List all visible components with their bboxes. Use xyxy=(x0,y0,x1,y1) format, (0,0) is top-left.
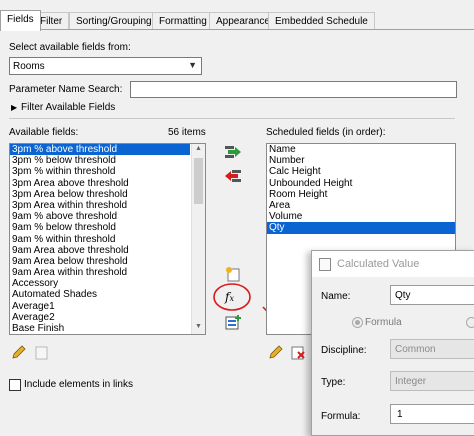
available-field-item[interactable]: 9am Area below threshold xyxy=(10,256,190,267)
available-field-item[interactable]: 9am % below threshold xyxy=(10,222,190,233)
discipline-value: Common xyxy=(395,344,436,355)
available-field-item[interactable]: 3pm Area above threshold xyxy=(10,178,190,189)
add-field-arrow-icon[interactable] xyxy=(224,144,242,160)
discipline-dropdown[interactable]: Common xyxy=(390,339,474,359)
scroll-thumb[interactable] xyxy=(194,158,203,204)
tab-fields[interactable]: Fields xyxy=(0,10,41,31)
dialog-titlebar: Calculated Value xyxy=(312,251,474,277)
dialog-name-input[interactable]: Qty xyxy=(390,285,474,305)
other-radio[interactable] xyxy=(466,317,474,328)
available-field-item[interactable]: Accessory xyxy=(10,278,190,289)
scroll-down-icon[interactable]: ▼ xyxy=(195,323,202,330)
scheduled-field-item[interactable]: Area xyxy=(267,200,455,211)
scheduled-fields-label: Scheduled fields (in order): xyxy=(266,127,386,138)
param-search-input[interactable] xyxy=(130,81,457,98)
scheduled-field-item[interactable]: Room Height xyxy=(267,189,455,200)
available-field-item[interactable]: 9am % above threshold xyxy=(10,211,190,222)
dialog-app-icon xyxy=(319,258,331,271)
edit-pencil-icon[interactable] xyxy=(11,344,27,360)
available-field-item[interactable]: 3pm % within threshold xyxy=(10,166,190,177)
scheduled-field-item[interactable]: Number xyxy=(267,155,455,166)
tab-divider xyxy=(0,29,474,30)
param-search-label: Parameter Name Search: xyxy=(9,84,123,95)
category-value: Rooms xyxy=(13,61,45,72)
dialog-type-label: Type: xyxy=(321,377,346,388)
chevron-down-icon: ▼ xyxy=(188,60,197,70)
scheduled-field-item[interactable]: Unbounded Height xyxy=(267,178,455,189)
available-fields-label: Available fields: xyxy=(9,127,79,138)
available-field-item[interactable]: 3pm Area below threshold xyxy=(10,189,190,200)
scheduled-field-item[interactable]: Calc Height xyxy=(267,166,455,177)
scheduled-field-item[interactable]: Name xyxy=(267,144,455,155)
available-field-item[interactable]: 3pm % below threshold xyxy=(10,155,190,166)
radio-dot xyxy=(355,320,360,325)
scheduled-field-item[interactable]: Volume xyxy=(267,211,455,222)
scheduled-field-item[interactable]: Qty xyxy=(267,222,455,234)
available-field-item[interactable]: Automated Shades xyxy=(10,289,190,300)
dialog-name-label: Name: xyxy=(321,291,351,302)
filter-toggle-label[interactable]: Filter Available Fields xyxy=(21,102,115,113)
type-value: Integer xyxy=(395,376,427,387)
select-fields-label: Select available fields from: xyxy=(9,42,131,53)
tab-embedded-schedule[interactable]: Embedded Schedule xyxy=(268,12,375,30)
available-scrollbar[interactable]: ▲ ▼ xyxy=(191,144,205,334)
tab-formatting[interactable]: Formatting xyxy=(152,12,214,30)
dialog-name-value: Qty xyxy=(395,290,411,301)
calculated-value-dialog: Calculated Value Name: Qty Formula Disci… xyxy=(311,250,474,436)
dialog-title: Calculated Value xyxy=(337,258,420,270)
formula-value: 1 xyxy=(397,409,403,420)
remove-field-arrow-icon[interactable] xyxy=(224,168,242,184)
edit-scheduled-pencil-icon[interactable] xyxy=(268,344,284,360)
formula-input[interactable]: 1 xyxy=(390,404,474,424)
dialog-discipline-label: Discipline: xyxy=(321,345,367,356)
include-links-label: Include elements in links xyxy=(24,379,133,390)
available-fields-list[interactable]: 3pm % above threshold 3pm % below thresho… xyxy=(9,143,206,335)
formula-radio-label: Formula xyxy=(365,317,402,328)
expand-triangle-icon[interactable]: ▶ xyxy=(11,103,17,112)
delete-parameter-icon xyxy=(33,344,49,360)
available-field-item[interactable]: 9am % within threshold xyxy=(10,234,190,245)
available-field-item[interactable]: 9am Area within threshold xyxy=(10,267,190,278)
scroll-up-icon[interactable]: ▲ xyxy=(195,145,202,152)
dialog-formula-label: Formula: xyxy=(321,411,361,422)
include-links-checkbox[interactable] xyxy=(9,379,21,391)
available-field-item[interactable]: 3pm % above threshold xyxy=(10,144,190,156)
tab-sorting-grouping[interactable]: Sorting/Grouping xyxy=(69,12,159,30)
available-field-item[interactable]: 9am Area above threshold xyxy=(10,245,190,256)
formula-radio[interactable] xyxy=(352,317,363,328)
type-dropdown[interactable]: Integer xyxy=(390,371,474,391)
separator xyxy=(9,118,455,119)
tab-appearance[interactable]: Appearance xyxy=(209,12,277,30)
available-field-item[interactable]: Average2 xyxy=(10,312,190,323)
available-field-item[interactable]: 3pm Area within threshold xyxy=(10,200,190,211)
available-field-item[interactable]: Base Finish xyxy=(10,323,190,334)
available-count: 56 items xyxy=(168,127,206,138)
delete-scheduled-icon[interactable] xyxy=(289,344,305,360)
category-dropdown[interactable]: Rooms ▼ xyxy=(9,57,202,75)
available-field-item[interactable]: Average1 xyxy=(10,301,190,312)
